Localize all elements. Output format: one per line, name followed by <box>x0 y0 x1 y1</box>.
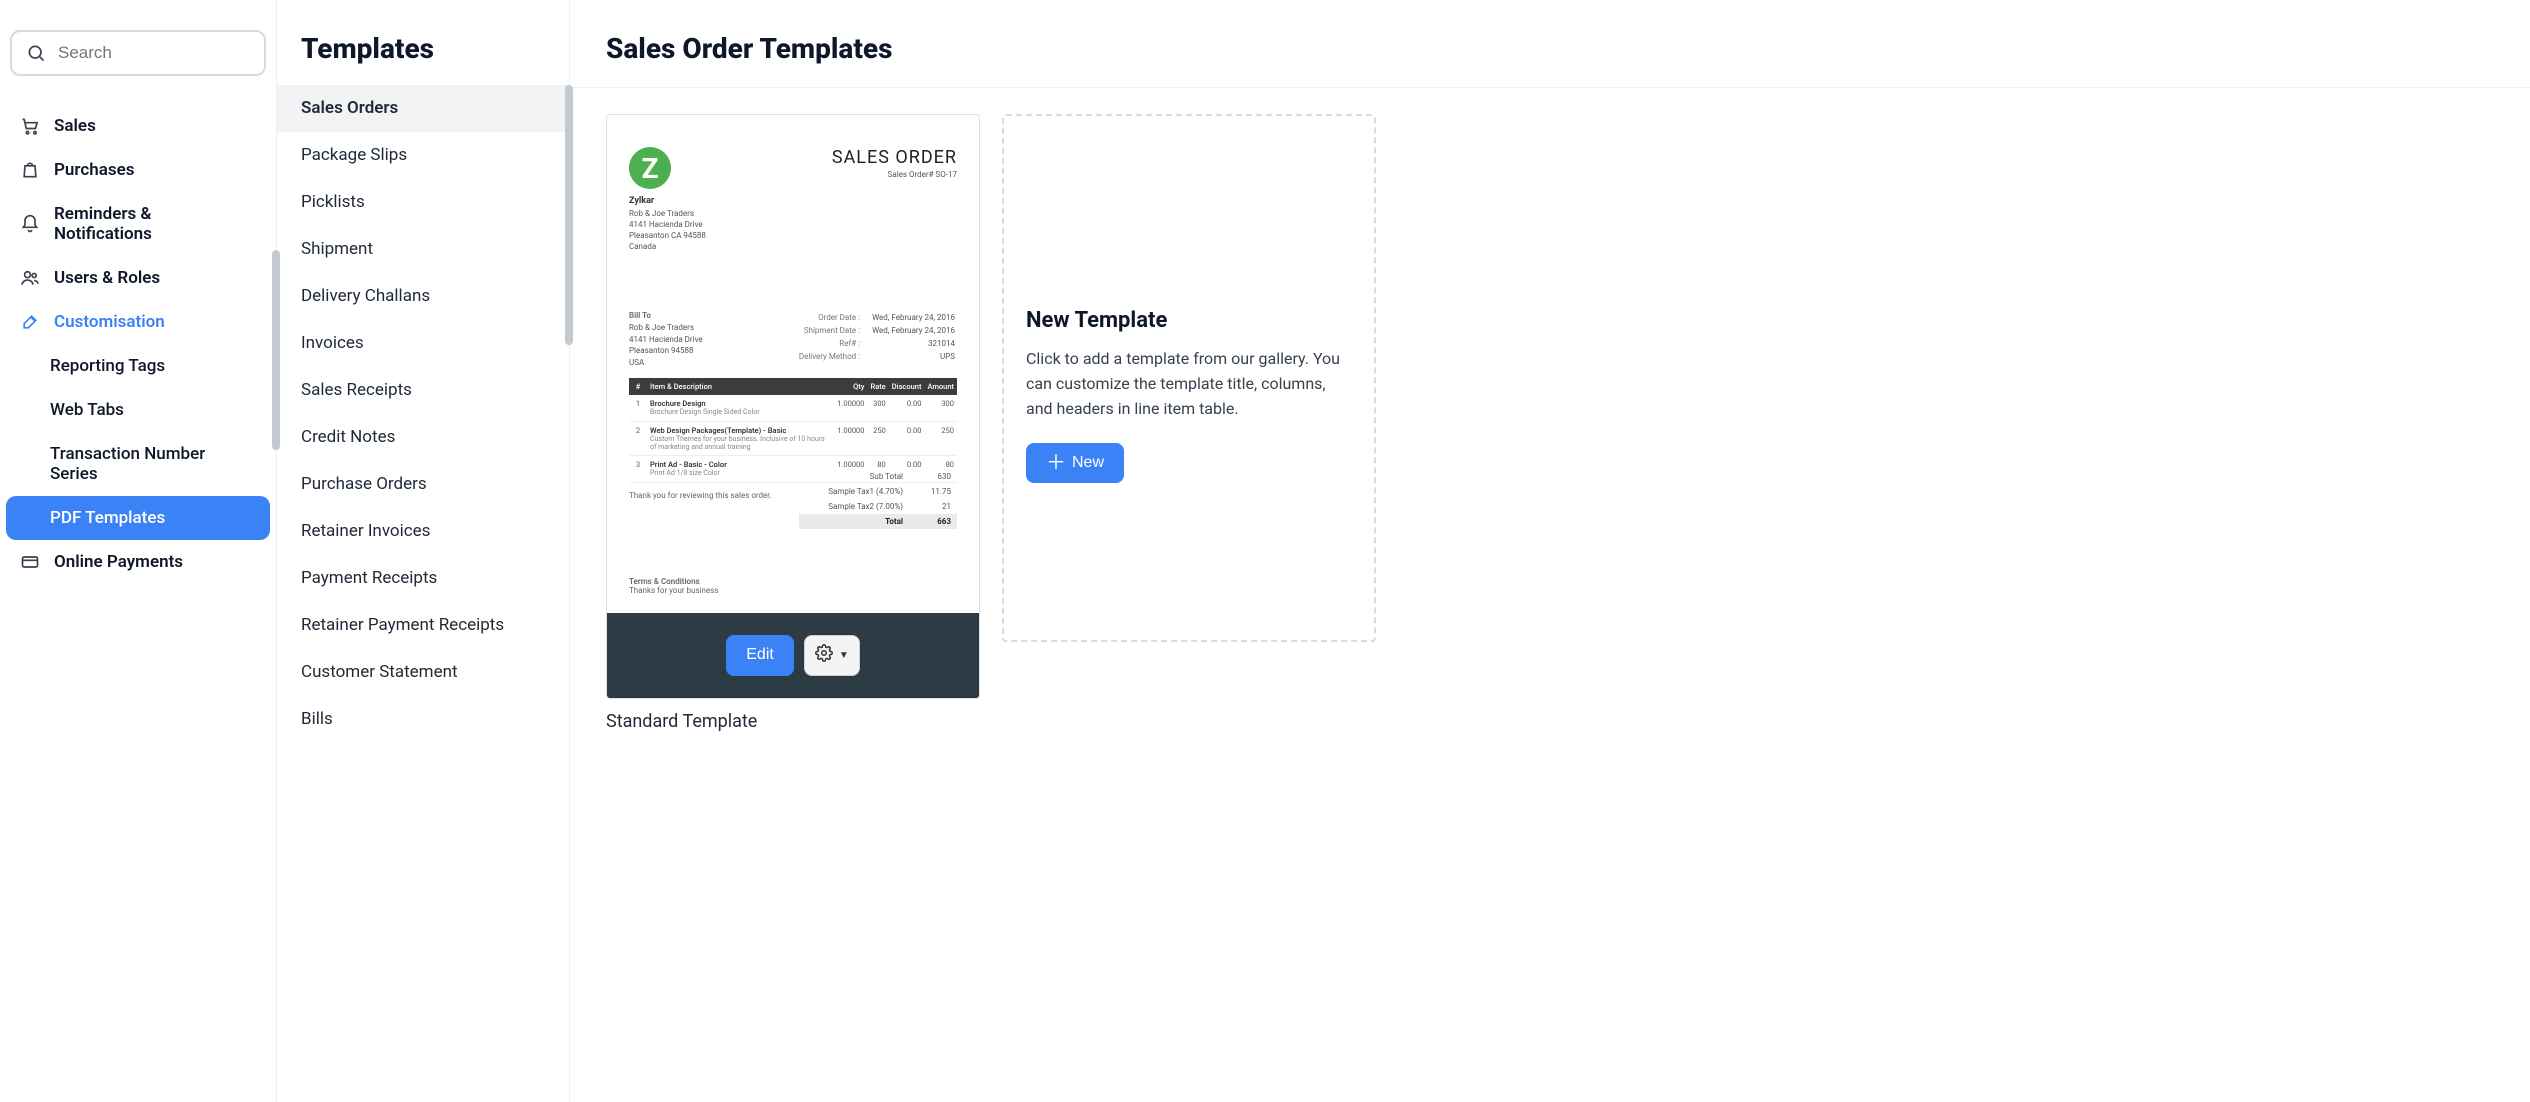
template-type-item[interactable]: Sales Receipts <box>277 367 569 414</box>
line-items-table: #Item & DescriptionQtyRateDiscountAmount… <box>629 378 957 483</box>
sidebar-subitem-label: Transaction Number Series <box>50 444 256 484</box>
edit-template-button[interactable]: Edit <box>726 635 794 676</box>
sidebar-item-label: Sales <box>54 116 96 136</box>
sidebar-subitem-reporting-tags[interactable]: Reporting Tags <box>6 344 270 388</box>
sidebar-subitem-label: Reporting Tags <box>50 356 165 376</box>
sidebar-item-online-payments[interactable]: Online Payments <box>6 540 270 584</box>
template-type-item[interactable]: Shipment <box>277 226 569 273</box>
new-template-button[interactable]: ＋ New <box>1026 443 1124 483</box>
sidebar-subitem-label: Web Tabs <box>50 400 124 420</box>
sidebar-item-sales[interactable]: Sales <box>6 104 270 148</box>
template-type-item[interactable]: Bills <box>277 696 569 743</box>
new-template-title: New Template <box>1026 308 1352 333</box>
cart-icon <box>20 116 40 136</box>
template-options-button[interactable]: ▼ <box>804 635 860 676</box>
template-type-item[interactable]: Retainer Payment Receipts <box>277 602 569 649</box>
template-card-standard: Z Zylkar Rob & Joe Traders 4141 Hacienda… <box>606 114 980 699</box>
main-content: Sales Order Templates Z Zylkar Rob & Joe… <box>570 0 2530 1102</box>
sidebar-subitem-web-tabs[interactable]: Web Tabs <box>6 388 270 432</box>
gear-icon <box>815 644 833 667</box>
terms-body: Thanks for your business <box>629 586 957 595</box>
sidebar-item-label: Customisation <box>54 312 165 332</box>
sidebar-item-purchases[interactable]: Purchases <box>6 148 270 192</box>
document-number: Sales Order# SO-17 <box>832 170 957 179</box>
bag-icon <box>20 160 40 180</box>
templates-heading: Templates <box>277 0 569 85</box>
plus-icon: ＋ <box>1046 453 1066 473</box>
template-type-item[interactable]: Sales Orders <box>277 85 569 132</box>
template-type-item[interactable]: Picklists <box>277 179 569 226</box>
sidebar-subitem-transaction-number-series[interactable]: Transaction Number Series <box>6 432 270 496</box>
template-type-item[interactable]: Package Slips <box>277 132 569 179</box>
new-template-description: Click to add a template from our gallery… <box>1026 347 1352 421</box>
caret-down-icon: ▼ <box>839 650 849 661</box>
page-title: Sales Order Templates <box>570 0 2530 88</box>
sidebar-item-customisation[interactable]: Customisation <box>6 300 270 344</box>
card-icon <box>20 552 40 572</box>
bill-to-block: Bill To Rob & Joe Traders 4141 Hacienda … <box>629 310 703 368</box>
terms-block: Terms & Conditions Thanks for your busin… <box>629 577 957 595</box>
thanks-text: Thank you for reviewing this sales order… <box>629 491 772 500</box>
sidebar-item-label: Reminders & Notifications <box>54 204 242 244</box>
search-input[interactable] <box>56 42 281 64</box>
users-icon <box>20 268 40 288</box>
template-card-wrapper: Z Zylkar Rob & Joe Traders 4141 Hacienda… <box>606 114 980 732</box>
template-type-item[interactable]: Payment Receipts <box>277 555 569 602</box>
template-type-item[interactable]: Purchase Orders <box>277 461 569 508</box>
sidebar-subitem-label: PDF Templates <box>50 508 165 528</box>
sidebar-subitem-pdf-templates[interactable]: PDF Templates <box>6 496 270 540</box>
template-type-item[interactable]: Retainer Invoices <box>277 508 569 555</box>
new-template-button-label: New <box>1072 454 1104 472</box>
sidebar-item-label: Purchases <box>54 160 134 180</box>
bill-to-title: Bill To <box>629 310 703 322</box>
template-type-item[interactable]: Delivery Challans <box>277 273 569 320</box>
brush-icon <box>20 312 40 332</box>
template-type-item[interactable]: Invoices <box>277 320 569 367</box>
totals-table: Sub Total630Sample Tax1 (4.70%)11.75Samp… <box>799 469 957 529</box>
template-type-item[interactable]: Customer Statement <box>277 649 569 696</box>
terms-title: Terms & Conditions <box>629 577 957 586</box>
sidebar-item-users-roles[interactable]: Users & Roles <box>6 256 270 300</box>
order-meta: Order Date :Wed, February 24, 2016Shipme… <box>787 310 957 368</box>
templates-list-container: Sales OrdersPackage SlipsPicklistsShipme… <box>277 85 569 743</box>
template-card-name: Standard Template <box>606 699 980 732</box>
template-card-footer: Edit ▼ <box>607 613 979 698</box>
settings-sidebar: Sales Purchases Reminders & Notification… <box>0 0 277 1102</box>
template-preview: Z Zylkar Rob & Joe Traders 4141 Hacienda… <box>607 115 979 613</box>
search-box[interactable] <box>10 30 266 76</box>
search-icon <box>26 43 46 63</box>
document-title: SALES ORDER <box>832 147 957 168</box>
templates-type-list: Templates Sales OrdersPackage SlipsPickl… <box>277 0 570 1102</box>
sidebar-item-label: Online Payments <box>54 552 183 572</box>
new-template-panel[interactable]: New Template Click to add a template fro… <box>1002 114 1376 642</box>
company-logo: Z <box>629 147 671 189</box>
template-type-item[interactable]: Credit Notes <box>277 414 569 461</box>
sidebar-item-reminders[interactable]: Reminders & Notifications <box>6 192 270 256</box>
company-name: Zylkar <box>629 195 706 208</box>
company-address: Zylkar Rob & Joe Traders 4141 Hacienda D… <box>629 195 706 252</box>
bell-icon <box>20 214 40 234</box>
sidebar-item-label: Users & Roles <box>54 268 160 288</box>
